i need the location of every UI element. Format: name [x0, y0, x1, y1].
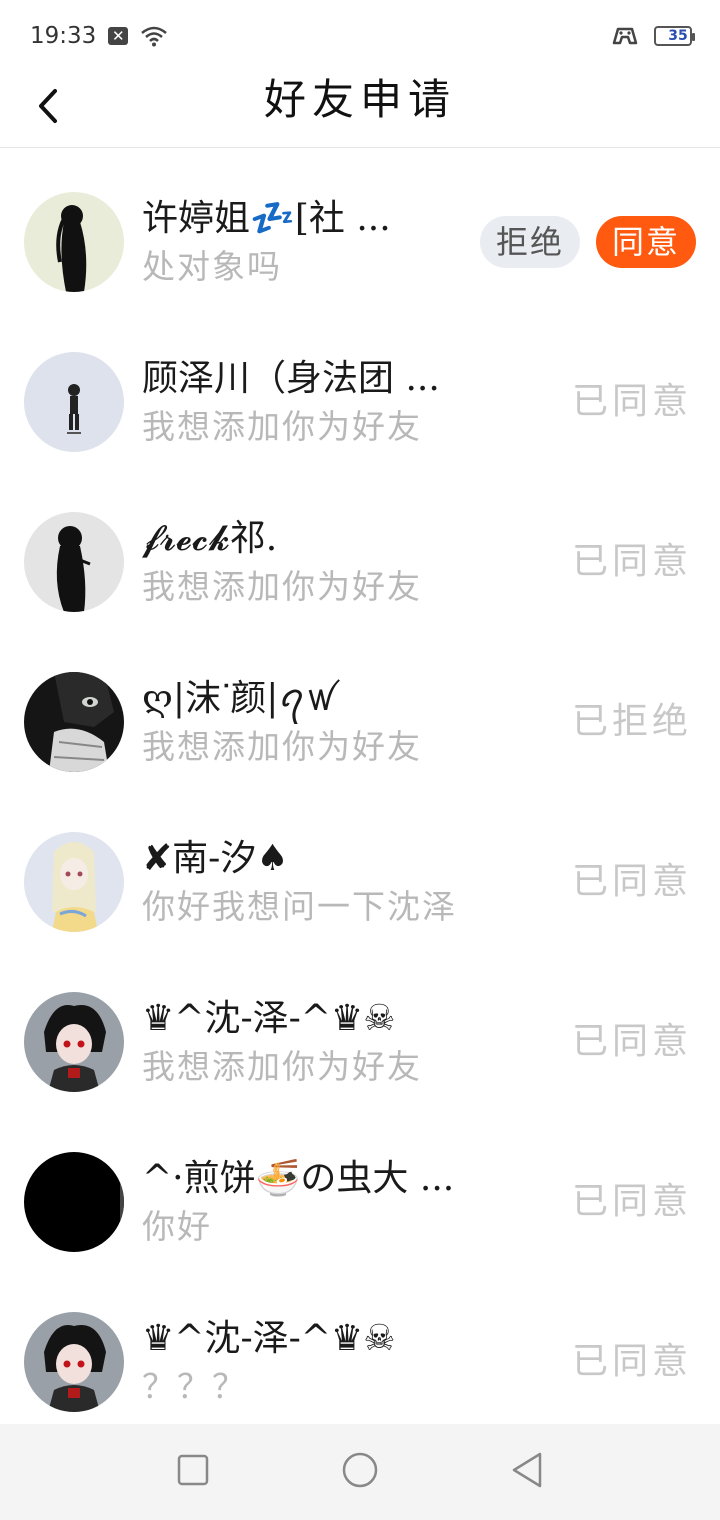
requester-name: ♛^沈-泽-^♛☠ — [142, 998, 396, 1039]
avatar[interactable] — [24, 1152, 124, 1252]
friend-request-row[interactable]: ♛^沈-泽-^♛☠ 我想添加你为好友 已同意 — [0, 950, 720, 1110]
request-actions: 拒绝 同意 — [479, 216, 696, 268]
friend-request-row[interactable]: 许婷姐💤[社 ... 处对象吗 拒绝 同意 — [0, 150, 720, 310]
request-status: 已同意 — [571, 1341, 692, 1382]
avatar[interactable] — [24, 672, 124, 772]
request-message: 我想添加你为好友 — [142, 407, 422, 446]
request-message: ？？？ — [142, 1367, 247, 1406]
status-bar: 19:33 ✕ 35 — [0, 0, 720, 72]
requester-name: ✘南-汐♠ — [142, 838, 289, 879]
friend-request-row[interactable]: 𝓯𝓻𝓮𝓬𝓴祁. 我想添加你为好友 已同意 — [0, 470, 720, 630]
requester-name: ^·煎饼🍜の虫大 ... — [142, 1158, 455, 1199]
request-message: 我想添加你为好友 — [142, 727, 422, 766]
battery-icon: 35 — [654, 26, 695, 46]
request-message: 我想添加你为好友 — [142, 1047, 422, 1086]
accept-button[interactable]: 同意 — [595, 216, 696, 268]
wifi-icon — [140, 25, 168, 47]
friend-request-row[interactable]: 顾泽川（身法团 ... 我想添加你为好友 已同意 — [0, 310, 720, 470]
game-icon — [610, 25, 640, 47]
battery-level: 35 — [668, 28, 688, 44]
reject-button[interactable]: 拒绝 — [479, 216, 580, 268]
row-text: ♛^沈-泽-^♛☠ ？？？ — [142, 1314, 502, 1410]
requester-name: ღ|沫ᐝ颜|ꪖꪝ — [142, 678, 336, 719]
page-title: 好友申请 — [263, 75, 456, 124]
avatar[interactable] — [24, 352, 124, 452]
requester-name: 许婷姐💤[社 ... — [142, 198, 391, 239]
row-text: 顾泽川（身法团 ... 我想添加你为好友 — [142, 354, 502, 450]
friend-request-row[interactable]: ღ|沫ᐝ颜|ꪖꪝ 我想添加你为好友 已拒绝 — [0, 630, 720, 790]
recent-apps-button[interactable] — [163, 1442, 223, 1502]
header: 好友申请 — [0, 72, 720, 148]
avatar[interactable] — [24, 512, 124, 612]
row-text: ^·煎饼🍜の虫大 ... 你好 — [142, 1154, 502, 1250]
requester-name: 𝓯𝓻𝓮𝓬𝓴祁. — [142, 518, 278, 559]
nav-back-button[interactable] — [497, 1442, 557, 1502]
requester-name: 顾泽川（身法团 ... — [142, 358, 440, 399]
friend-request-row[interactable]: ✘南-汐♠ 你好我想问一下沈泽 已同意 — [0, 790, 720, 950]
friend-request-row[interactable]: ♛^沈-泽-^♛☠ ？？？ 已同意 — [0, 1270, 720, 1430]
row-text: 许婷姐💤[社 ... 处对象吗 — [142, 194, 502, 290]
avatar[interactable] — [24, 192, 124, 292]
request-status: 已同意 — [571, 861, 692, 902]
row-text: ღ|沫ᐝ颜|ꪖꪝ 我想添加你为好友 — [142, 674, 502, 770]
avatar[interactable] — [24, 832, 124, 932]
request-status: 已拒绝 — [571, 701, 692, 742]
recent-apps-icon — [177, 1454, 209, 1490]
status-time: 19:33 — [30, 23, 97, 49]
home-button[interactable] — [330, 1442, 390, 1502]
row-text: ♛^沈-泽-^♛☠ 我想添加你为好友 — [142, 994, 502, 1090]
avatar[interactable] — [24, 1312, 124, 1412]
friend-request-list: 许婷姐💤[社 ... 处对象吗 拒绝 同意 顾泽川（身法团 ... 我想添加你为… — [0, 150, 720, 1430]
request-status: 已同意 — [571, 541, 692, 582]
system-nav-bar — [0, 1424, 720, 1520]
request-message: 我想添加你为好友 — [142, 567, 422, 606]
row-text: 𝓯𝓻𝓮𝓬𝓴祁. 我想添加你为好友 — [142, 514, 502, 610]
request-status: 已同意 — [571, 1021, 692, 1062]
back-icon — [510, 1452, 544, 1492]
avatar[interactable] — [24, 992, 124, 1092]
notification-icon: ✕ — [108, 27, 129, 45]
request-message: 你好 — [142, 1207, 212, 1246]
row-text: ✘南-汐♠ 你好我想问一下沈泽 — [142, 834, 502, 930]
request-message: 你好我想问一下沈泽 — [142, 887, 457, 926]
request-status: 已同意 — [571, 1181, 692, 1222]
requester-name: ♛^沈-泽-^♛☠ — [142, 1318, 396, 1359]
request-message: 处对象吗 — [142, 247, 282, 286]
friend-request-row[interactable]: ^·煎饼🍜の虫大 ... 你好 已同意 — [0, 1110, 720, 1270]
request-status: 已同意 — [571, 381, 692, 422]
home-icon — [341, 1451, 379, 1493]
status-left: 19:33 ✕ — [30, 23, 168, 49]
status-right: 35 — [610, 25, 695, 47]
